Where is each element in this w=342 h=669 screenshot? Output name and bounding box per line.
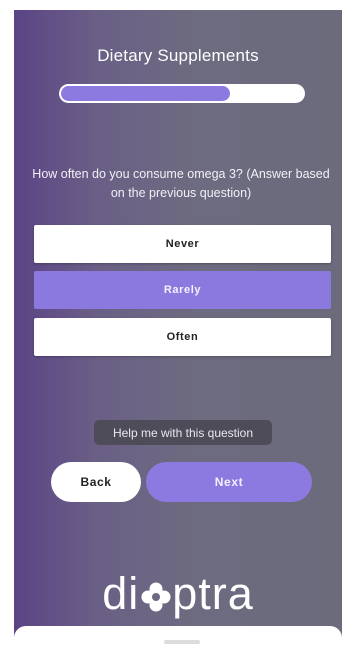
- option-label: Never: [165, 238, 200, 250]
- flower-icon: [141, 582, 171, 612]
- next-label: Next: [214, 475, 244, 489]
- survey-screen: Dietary Supplements How often do you con…: [14, 10, 342, 669]
- next-button[interactable]: Next: [146, 462, 312, 502]
- help-button[interactable]: Help me with this question: [94, 420, 272, 445]
- option-label: Often: [166, 331, 199, 343]
- back-label: Back: [80, 475, 112, 489]
- bottom-sheet[interactable]: [14, 626, 342, 669]
- option-label: Rarely: [163, 284, 202, 296]
- option-rarely[interactable]: Rarely: [34, 271, 331, 309]
- help-label: Help me with this question: [112, 425, 254, 440]
- progress-bar: [59, 84, 305, 103]
- sheet-drag-handle[interactable]: [164, 640, 200, 644]
- option-often[interactable]: Often: [34, 318, 331, 356]
- logo-text-right: ptra: [172, 568, 254, 619]
- back-button[interactable]: Back: [51, 462, 141, 502]
- logo-text-left: di: [102, 568, 140, 619]
- option-never[interactable]: Never: [34, 225, 331, 263]
- brand-logo: di ptra: [14, 568, 342, 620]
- question-text: How often do you consume omega 3? (Answe…: [32, 167, 330, 200]
- page-title: Dietary Supplements: [97, 46, 259, 65]
- progress-fill: [61, 86, 231, 101]
